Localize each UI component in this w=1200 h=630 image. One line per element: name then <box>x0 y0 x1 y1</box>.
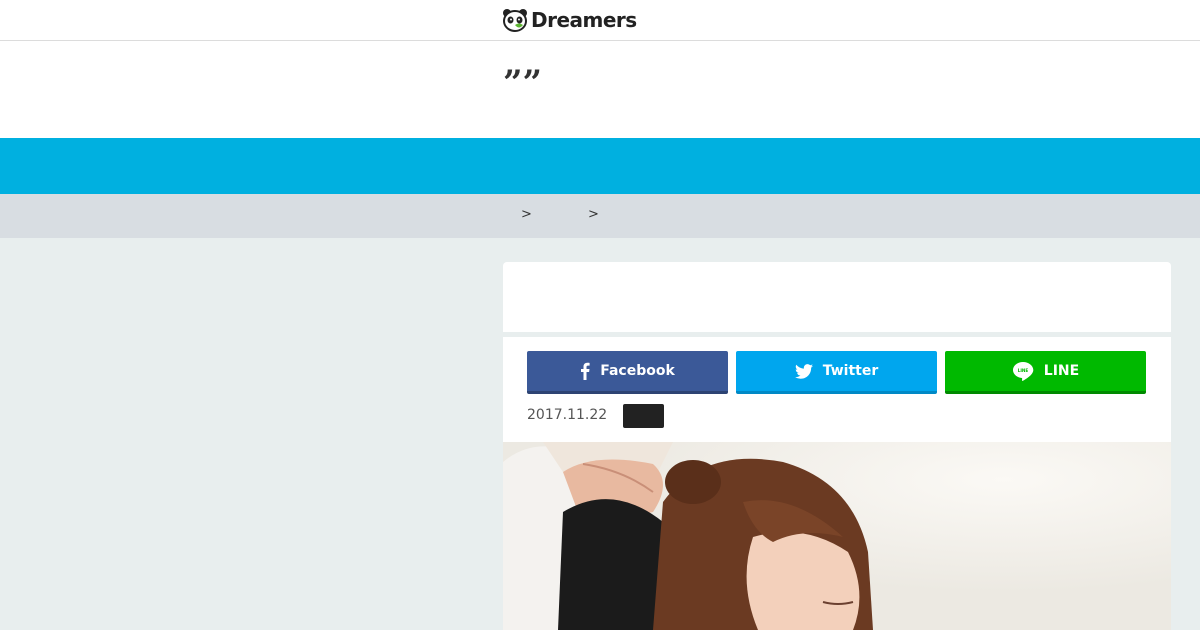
twitter-share-button[interactable]: Twitter <box>736 351 937 394</box>
line-share-button[interactable]: LINE LINE <box>945 351 1146 394</box>
article-hero-image <box>503 442 1171 630</box>
line-share-label: LINE <box>1043 363 1080 379</box>
logo-text: Dreamers <box>531 8 637 32</box>
svg-text:LINE: LINE <box>1017 368 1028 373</box>
category-tag[interactable] <box>623 404 664 428</box>
breadcrumb: > > <box>0 194 1200 238</box>
facebook-share-button[interactable]: Facebook <box>527 351 728 394</box>
breadcrumb-separator: > <box>588 207 599 222</box>
twitter-share-label: Twitter <box>822 363 879 379</box>
site-title-quote: ”” <box>503 63 543 103</box>
breadcrumb-separator: > <box>521 207 532 222</box>
article-title-card <box>503 262 1171 332</box>
article-card: Facebook Twitter LINE LINE 2017.11.22 <box>503 337 1171 630</box>
twitter-icon <box>794 363 813 379</box>
panda-icon <box>502 8 528 32</box>
facebook-icon <box>581 362 590 380</box>
facebook-share-label: Facebook <box>600 363 675 379</box>
site-header: Dreamers <box>0 0 1200 41</box>
site-logo[interactable]: Dreamers <box>502 6 637 34</box>
line-icon: LINE <box>1012 362 1034 381</box>
post-date: 2017.11.22 <box>527 407 608 423</box>
site-title-area: ”” <box>0 41 1200 138</box>
global-nav-band <box>0 138 1200 194</box>
